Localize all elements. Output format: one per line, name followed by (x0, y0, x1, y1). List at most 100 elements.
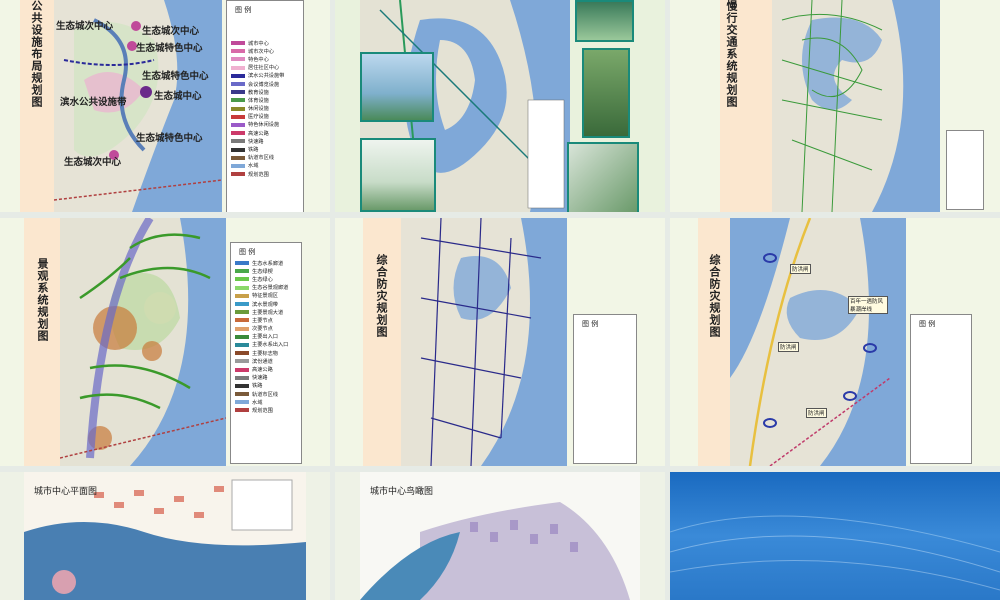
legend-item: 城市次中心 (231, 47, 301, 55)
legend-item: 次要节点 (235, 325, 299, 333)
legend-label: 铁路 (252, 383, 263, 390)
legend-item: 教育设施 (231, 88, 301, 96)
legend-label: 快速路 (252, 375, 268, 382)
map-slow-traffic (772, 0, 940, 212)
legend-item: 轨道市区线 (231, 154, 301, 162)
legend-item: 滨水景观带 (235, 300, 299, 308)
map-label: 生态城特色中心 (136, 43, 203, 54)
legend-label: 轨道市区线 (252, 391, 278, 398)
legend-swatch (235, 285, 249, 290)
slide-landscape-photos[interactable] (335, 0, 665, 212)
slide-public-facilities[interactable]: 公共设施布局规划图 生态城次中心 生态城次中心 生态城特色中心 生态城特色中心 … (0, 0, 330, 212)
legend-swatch (231, 172, 245, 177)
legend-swatch (235, 326, 249, 331)
map-city-center-aerial: 城市中心鸟瞰图 (360, 472, 640, 600)
map-graphic (401, 218, 567, 466)
map-label: 生态城中心 (154, 91, 202, 102)
slide-title: 公共设施布局规划图 (30, 0, 43, 108)
legend-swatch (231, 106, 245, 111)
legend-swatch (235, 293, 249, 298)
legend-label: 主要水系出入口 (252, 342, 289, 349)
legend-item: 水域 (235, 398, 299, 406)
slide-title: 综合防灾规划图 (708, 254, 721, 338)
map-landscape-system (60, 218, 226, 466)
legend-label: 滨水公共设施带 (248, 73, 285, 80)
legend-label: 主要出入口 (252, 334, 278, 341)
map-disaster-2: 防洪闸 百年一遇防风暴潮岸线 防洪闸 防洪闸 (730, 218, 906, 466)
legend-swatch (231, 147, 245, 152)
legend-label: 生态水系廊道 (252, 260, 284, 267)
legend-swatch (235, 392, 249, 397)
legend-item: 休闲设施 (231, 105, 301, 113)
legend-title: 图 例 (919, 320, 936, 328)
photo-pavilion (360, 138, 436, 212)
legend-item: 体育设施 (231, 96, 301, 104)
legend-swatch (231, 155, 245, 160)
legend-swatch (235, 269, 249, 274)
legend-item: 规划范围 (235, 406, 299, 414)
legend-label: 高速公路 (248, 130, 269, 137)
legend-item: 生态谷景观廊道 (235, 284, 299, 292)
legend-swatch (235, 375, 249, 380)
legend-swatch (235, 302, 249, 307)
slide-title: 城市中心平面图 (34, 487, 98, 497)
legend-label: 城市次中心 (248, 48, 274, 55)
map-label: 生态城特色中心 (142, 71, 209, 82)
legend-label: 生态绿楔 (252, 268, 273, 275)
sidebar-strip (24, 218, 60, 466)
legend-item: 铁路 (235, 382, 299, 390)
slide-title: 综合防灾规划图 (375, 254, 388, 338)
slide-disaster-prevention-2[interactable]: 综合防灾规划图 防洪闸 百年一遇防风暴潮岸线 防洪闸 防洪闸 图 例 (670, 218, 1000, 466)
legend-item: 主要景观大道 (235, 308, 299, 316)
legend-title: 图 例 (235, 6, 252, 14)
legend-swatch (231, 41, 245, 46)
legend-item: 主要节点 (235, 316, 299, 324)
flood-gate-label: 防洪闸 (778, 342, 799, 352)
slide-disaster-prevention-1[interactable]: 综合防灾规划图 图 例 (335, 218, 665, 466)
legend-label: 铁路 (248, 147, 259, 154)
slide-slow-traffic[interactable]: 慢行交通系统规划图 (670, 0, 1000, 212)
legend-label: 生态谷景观廊道 (252, 285, 289, 292)
legend-swatch (235, 318, 249, 323)
map-legend: 图 例 城市中心 城市次中心 特色中心 居住社区中心 滨水公共设施带 会议博览设施 教育设施… (226, 0, 304, 212)
legend-item: 生态绿楔 (235, 267, 299, 275)
legend-label: 主要节点 (252, 317, 273, 324)
slide-title: 景观系统规划图 (36, 258, 49, 342)
legend-label: 特征景观区 (252, 293, 278, 300)
legend-title: 图 例 (582, 320, 599, 328)
slide-title: 慢行交通系统规划图 (725, 0, 738, 108)
slide-city-center-plan[interactable]: 城市中心平面图 (0, 472, 330, 600)
photo-garden (582, 48, 630, 138)
legend-swatch (235, 383, 249, 388)
legend-label: 主要景观大道 (252, 309, 284, 316)
legend-swatch (235, 367, 249, 372)
legend-label: 高速公路 (252, 367, 273, 374)
legend-item: 主要标志物 (235, 349, 299, 357)
legend-item: 轨道市区线 (235, 390, 299, 398)
map-legend: 图 例 (910, 314, 972, 464)
map-legend: 图 例 (573, 314, 637, 464)
legend-swatch (231, 73, 245, 78)
legend-item: 高速公路 (235, 365, 299, 373)
legend-item: 会议博览设施 (231, 80, 301, 88)
legend-swatch (231, 139, 245, 144)
legend-swatch (231, 163, 245, 168)
legend-label: 次要节点 (252, 326, 273, 333)
legend-item: 居住社区中心 (231, 64, 301, 72)
legend-swatch (231, 90, 245, 95)
slide-blank-blue[interactable] (670, 472, 1000, 600)
legend-swatch (231, 65, 245, 70)
legend-item: 生态绿心 (235, 275, 299, 283)
legend-label: 特色休闲设施 (248, 122, 280, 129)
legend-swatch (231, 49, 245, 54)
legend-label: 生态绿心 (252, 276, 273, 283)
legend-label: 休闲设施 (248, 106, 269, 113)
legend-label: 特色中心 (248, 56, 269, 63)
legend-swatch (235, 261, 249, 266)
legend-label: 城市中心 (248, 40, 269, 47)
map-label: 滨水公共设施带 (60, 97, 127, 108)
slide-city-center-aerial[interactable]: 城市中心鸟瞰图 (335, 472, 665, 600)
legend-swatch (235, 408, 249, 413)
legend-title: 图 例 (239, 248, 256, 256)
slide-landscape-system[interactable]: 景观系统规划图 图 例 生态水系廊道 生态绿楔 生态绿心生态谷景观廊道 特征景观区 滨水… (0, 218, 330, 466)
